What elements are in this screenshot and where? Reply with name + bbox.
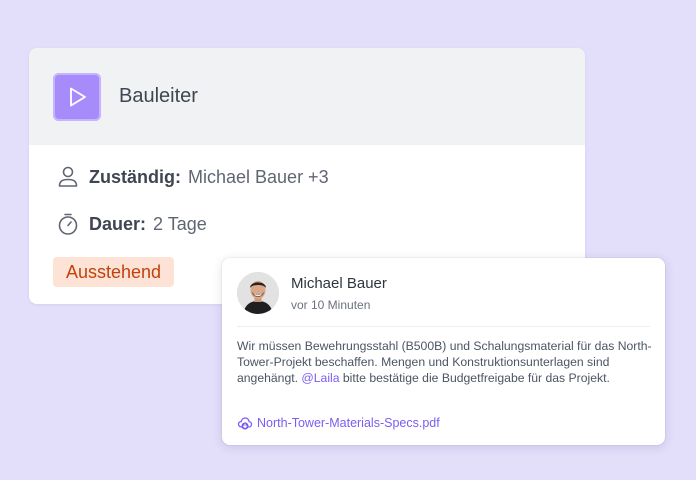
- assignee-value[interactable]: Michael Bauer +3: [188, 167, 329, 188]
- status-badge: Ausstehend: [53, 257, 175, 287]
- divider: [237, 326, 650, 327]
- comment-card: Michael Bauer vor 10 Minuten Wir müssen …: [222, 258, 665, 445]
- duration-label: Dauer:: [89, 213, 147, 234]
- assignee-row: Zuständig: Michael Bauer +3: [55, 164, 329, 190]
- attachment-link[interactable]: North-Tower-Materials-Specs.pdf: [237, 415, 440, 431]
- duration-value: 2 Tage: [153, 213, 207, 234]
- comment-body: Wir müssen Bewehrungsstahl (B500B) und S…: [237, 338, 652, 386]
- attachment-filename: North-Tower-Materials-Specs.pdf: [257, 416, 440, 430]
- cloud-download-icon: [237, 415, 253, 431]
- comment-author[interactable]: Michael Bauer: [291, 275, 387, 292]
- stopwatch-icon: [55, 211, 81, 237]
- comment-text: bitte bestätige die Budgetfreigabe für d…: [339, 371, 610, 385]
- task-title: Bauleiter: [119, 85, 198, 107]
- comment-timestamp: vor 10 Minuten: [291, 298, 371, 312]
- play-button[interactable]: [53, 72, 101, 121]
- avatar[interactable]: [237, 272, 279, 314]
- mention-link[interactable]: @Laila: [301, 371, 339, 385]
- play-icon: [70, 87, 86, 106]
- duration-row: Dauer: 2 Tage: [55, 211, 207, 237]
- assignee-label: Zuständig:: [89, 166, 181, 187]
- user-icon: [55, 164, 81, 190]
- task-card-header: Bauleiter: [29, 48, 585, 145]
